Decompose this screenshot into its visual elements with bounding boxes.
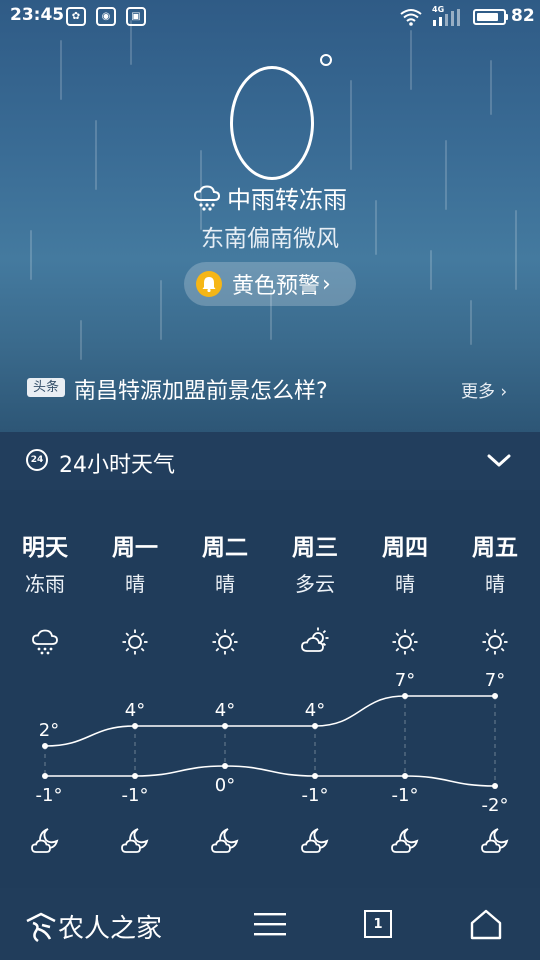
high-temperature-point xyxy=(42,743,48,749)
forecast-day-condition: 多云 xyxy=(295,572,335,596)
home-icon xyxy=(470,909,502,940)
high-temperature-label: 7° xyxy=(395,670,415,691)
high-temperature-line xyxy=(44,695,495,747)
menu-icon xyxy=(254,913,286,936)
wifi-icon xyxy=(400,9,422,26)
weibo-icon: ◉ xyxy=(96,7,116,26)
signal-icon xyxy=(433,9,460,26)
low-temperature-label: -1° xyxy=(122,785,149,806)
low-temperature-label: -1° xyxy=(36,785,63,806)
battery-level xyxy=(477,13,498,21)
status-bar: 23:45 ✿ ◉ ▣ 4G 82 xyxy=(0,0,540,34)
rain-cloud-icon xyxy=(193,184,221,211)
high-temperature-label: 7° xyxy=(485,670,505,691)
low-temperature-point xyxy=(312,773,318,779)
chevron-right-icon: › xyxy=(322,271,331,297)
sun-icon xyxy=(120,627,150,657)
home-button[interactable] xyxy=(468,906,504,942)
bottom-navigation: 农人之家 1 xyxy=(0,888,540,960)
low-temperature-label: -1° xyxy=(302,785,329,806)
clock-24-icon: 24 xyxy=(26,449,48,471)
low-temperature-label: -1° xyxy=(392,785,419,806)
forecast-day-name: 周一 xyxy=(112,535,158,561)
battery-percent: 82 xyxy=(511,6,535,26)
sun-icon xyxy=(480,627,510,657)
news-title[interactable]: 南昌特源加盟前景怎么样? xyxy=(74,373,328,405)
menu-button[interactable] xyxy=(252,906,288,942)
high-temperature-point xyxy=(132,723,138,729)
daily-forecast: 2° 4° 4° 4° 7° 7° -1° -1° 0° -1° -1° -2° 明天 冻雨 周一晴周二晴… xyxy=(0,490,540,888)
forecast-day-name: 周四 xyxy=(382,535,428,561)
high-temperature-point xyxy=(402,693,408,699)
weather-hero: 23:45 ✿ ◉ ▣ 4G 82 0 ° xyxy=(0,0,540,432)
chevron-down-icon[interactable] xyxy=(486,448,512,474)
low-temperature-point xyxy=(222,763,228,769)
low-temperature-point xyxy=(402,773,408,779)
high-temperature-point xyxy=(492,693,498,699)
forecast-day-name: 周三 xyxy=(292,535,338,561)
sun-cloud-icon xyxy=(300,627,330,657)
high-temperature-label: 2° xyxy=(39,720,59,741)
current-condition: 中雨转冻雨 xyxy=(0,180,540,215)
headline-news[interactable]: 头条 南昌特源加盟前景怎么样? 更多 › xyxy=(0,366,540,410)
app-logo[interactable]: 农人之家 xyxy=(24,908,162,945)
moon-cloud-icon xyxy=(300,826,330,856)
warning-button[interactable]: 黄色预警 › xyxy=(184,262,356,306)
forecast-day-condition: 晴 xyxy=(215,572,235,596)
high-temperature-label: 4° xyxy=(215,700,235,721)
high-temperature-label: 4° xyxy=(125,700,145,721)
forecast-day-condition: 冻雨 xyxy=(25,572,65,596)
wind-text: 东南偏南微风 xyxy=(201,226,339,252)
low-temperature-line xyxy=(44,765,496,787)
forecast-day-condition: 晴 xyxy=(485,572,505,596)
sun-icon xyxy=(210,627,240,657)
battery-icon xyxy=(473,9,506,25)
hourly-weather-toggle[interactable]: 24 24小时天气 xyxy=(0,432,540,490)
moon-cloud-icon xyxy=(390,826,420,856)
bell-icon xyxy=(196,271,222,297)
low-temperature-point xyxy=(132,773,138,779)
forecast-day: 周五晴 xyxy=(450,528,540,597)
news-tag: 头条 xyxy=(27,378,65,397)
moon-cloud-icon xyxy=(30,826,60,856)
forecast-day: 明天 冻雨 xyxy=(0,528,90,597)
forecast-day-name: 明天 xyxy=(22,535,68,561)
moon-cloud-icon xyxy=(480,826,510,856)
forecast-day-condition: 晴 xyxy=(395,572,415,596)
forecast-day: 周二晴 xyxy=(180,528,270,597)
tabs-icon: 1 xyxy=(364,910,392,938)
tabs-button[interactable]: 1 xyxy=(360,906,396,942)
high-temperature-point xyxy=(312,723,318,729)
degree-symbol: ° xyxy=(320,54,332,66)
message-icon: ▣ xyxy=(126,7,146,26)
forecast-day: 周四晴 xyxy=(360,528,450,597)
forecast-day-condition: 晴 xyxy=(125,572,145,596)
high-temperature-label: 4° xyxy=(305,700,325,721)
low-temperature-point xyxy=(492,783,498,789)
rain-cloud-icon xyxy=(30,627,60,657)
low-temperature-label: 0° xyxy=(215,775,235,796)
logo-text: 农人之家 xyxy=(58,914,163,944)
hourly-title: 24小时天气 xyxy=(59,453,175,478)
low-temperature-point xyxy=(42,773,48,779)
forecast-day: 周一晴 xyxy=(90,528,180,597)
temperature-value: 0 xyxy=(230,66,314,180)
low-temperature-label: -2° xyxy=(482,795,509,816)
news-more-link[interactable]: 更多 › xyxy=(461,377,507,402)
logo-icon xyxy=(26,912,56,942)
sun-icon xyxy=(390,627,420,657)
high-temperature-point xyxy=(222,723,228,729)
forecast-day-name: 周五 xyxy=(472,535,518,561)
moon-cloud-icon xyxy=(210,826,240,856)
moon-cloud-icon xyxy=(120,826,150,856)
warning-label: 黄色预警 xyxy=(232,274,321,299)
app-notification-icon: ✿ xyxy=(66,7,86,26)
status-time: 23:45 xyxy=(10,5,65,25)
condition-text: 中雨转冻雨 xyxy=(227,186,347,214)
forecast-day-name: 周二 xyxy=(202,535,248,561)
forecast-day: 周三 多云 xyxy=(270,528,360,597)
